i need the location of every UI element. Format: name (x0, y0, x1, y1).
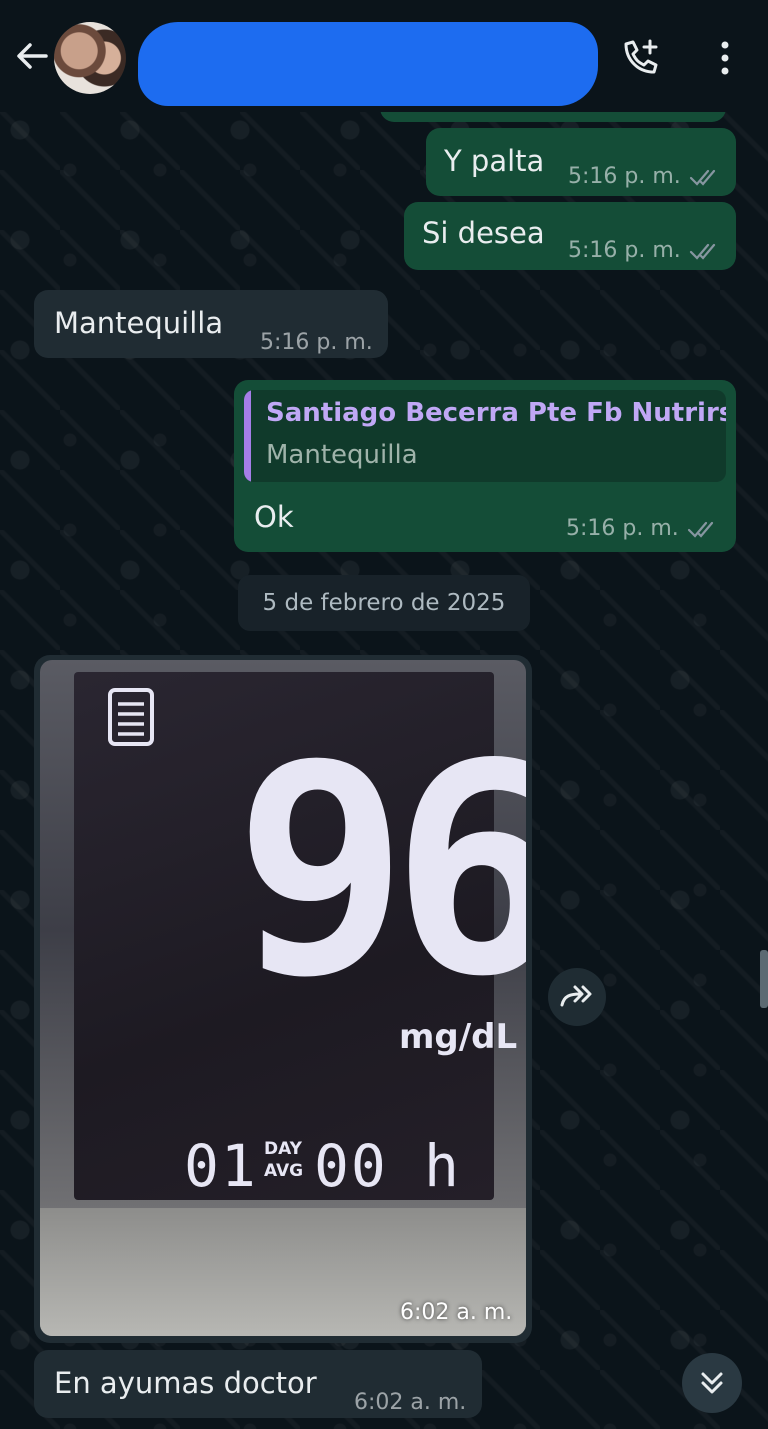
message-bubble-incoming[interactable]: En ayumas doctor 6:02 a. m. (34, 1350, 482, 1418)
message-text: Y palta (444, 144, 545, 178)
date-divider: 5 de febrero de 2025 (238, 575, 530, 631)
avg-label: AVG (264, 1161, 304, 1181)
glucose-unit: mg/dL (399, 1017, 518, 1057)
readout-hours: h (424, 1132, 461, 1200)
message-time: 5:16 p. m. (260, 330, 373, 355)
read-ticks-icon (687, 521, 713, 538)
message-text: En ayumas doctor (54, 1366, 317, 1400)
read-ticks-icon (689, 243, 715, 260)
forward-button[interactable] (548, 968, 606, 1026)
photo-time: 6:02 a. m. (400, 1300, 513, 1325)
glucometer-display: 96 mg/dL 01 DAY AVG 00 h (74, 672, 526, 1200)
readout-left: 01 (184, 1132, 258, 1200)
message-time: 5:16 p. m. (568, 238, 681, 263)
message-meta: 6:02 a. m. (354, 1386, 466, 1420)
message-bubble-outgoing[interactable]: Si desea 5:16 p. m. (404, 202, 736, 270)
message-time: 6:02 a. m. (354, 1390, 467, 1415)
quote-accent-bar (244, 390, 251, 482)
add-call-icon[interactable] (620, 38, 662, 78)
message-text: Ok (254, 500, 294, 534)
contact-avatar[interactable] (54, 22, 126, 94)
message-meta: 5:16 p. m. (568, 160, 721, 194)
glucometer-photo[interactable]: 96 mg/dL 01 DAY AVG 00 h (40, 660, 526, 1336)
message-bubble-outgoing[interactable]: Y palta 5:16 p. m. (426, 128, 736, 196)
message-meta: 5:16 p. m. (566, 516, 719, 541)
message-bubble-incoming[interactable]: Mantequilla 5:16 p. m. (34, 290, 388, 358)
quote-text: Mantequilla (266, 440, 418, 470)
double-chevron-down-icon (701, 1372, 723, 1394)
glucose-reading: 96 (234, 703, 526, 1040)
quote-author: Santiago Becerra Pte Fb Nutrirse (266, 398, 726, 428)
forward-icon (560, 985, 592, 1007)
chat-header (0, 0, 768, 112)
read-ticks-icon (689, 169, 715, 186)
contact-name-redacted[interactable] (138, 22, 598, 106)
message-meta: 5:16 p. m. (568, 234, 721, 268)
message-time: 5:16 p. m. (568, 164, 681, 189)
message-meta: 5:16 p. m. (260, 326, 373, 360)
message-text: Mantequilla (54, 306, 224, 340)
day-label: DAY (264, 1139, 302, 1159)
readout-right: 00 (314, 1132, 388, 1200)
memo-icon (108, 688, 154, 746)
scrollbar-thumb[interactable] (760, 950, 768, 1008)
arrow-left-icon[interactable] (14, 38, 50, 74)
scroll-to-bottom-button[interactable] (682, 1353, 742, 1413)
message-time: 5:16 p. m. (566, 516, 679, 541)
quoted-message[interactable]: Santiago Becerra Pte Fb Nutrirse Mantequ… (244, 390, 726, 482)
day-avg-label: DAY AVG (264, 1138, 303, 1182)
message-text: Si desea (422, 216, 545, 250)
more-vertical-icon[interactable] (710, 40, 740, 76)
